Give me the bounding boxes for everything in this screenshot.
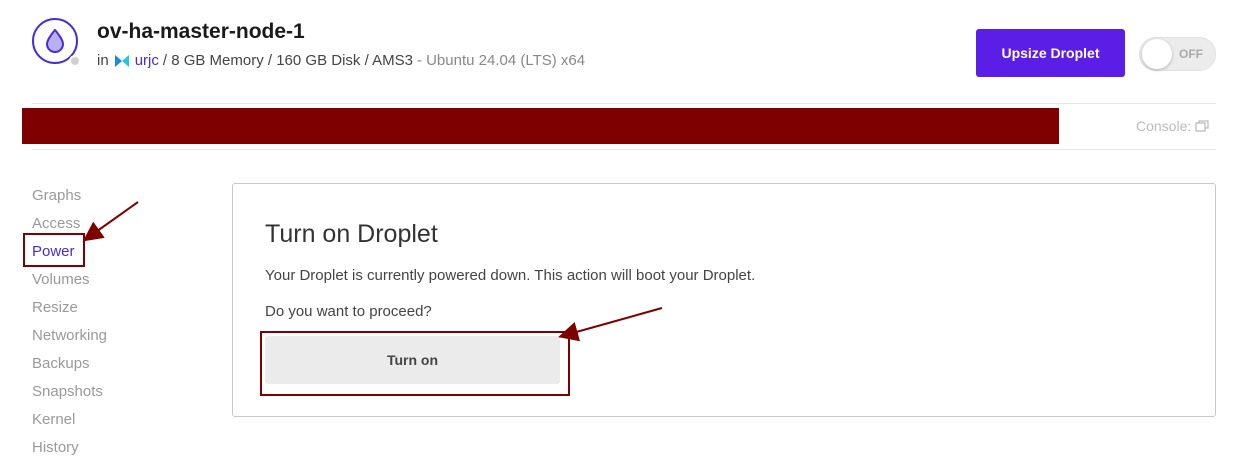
annotation-box-power [23,233,85,267]
sidebar-item-resize[interactable]: Resize [32,294,107,322]
project-icon [114,54,129,67]
status-dot [69,55,81,67]
sidebar-item-volumes[interactable]: Volumes [32,266,107,294]
in-label: in [97,52,109,69]
upsize-droplet-button[interactable]: Upsize Droplet [976,29,1125,77]
redacted-bar [22,108,1059,144]
power-toggle[interactable]: OFF [1139,37,1216,71]
sidebar-item-history[interactable]: History [32,434,107,462]
sidebar-item-graphs[interactable]: Graphs [32,182,107,210]
sidebar-item-kernel[interactable]: Kernel [32,406,107,434]
panel-title: Turn on Droplet [265,220,438,248]
panel-question: Do you want to proceed? [265,303,432,320]
os-text: - Ubuntu 24.04 (LTS) x64 [416,52,586,69]
sidebar-item-snapshots[interactable]: Snapshots [32,378,107,406]
droplet-meta: in urjc / 8 GB Memory / 160 GB Disk / AM… [97,52,585,69]
external-window-icon [1195,120,1209,132]
console-label: Console: [1136,118,1192,134]
droplet-name: ov-ha-master-node-1 [97,20,305,43]
sidebar-item-networking[interactable]: Networking [32,322,107,350]
sidebar-item-backups[interactable]: Backups [32,350,107,378]
toggle-label: OFF [1179,47,1203,61]
console-link[interactable]: Console: [1136,118,1209,134]
toggle-knob [1142,39,1172,69]
project-link[interactable]: urjc [135,52,159,69]
specs-text: / 8 GB Memory / 160 GB Disk / AMS3 [162,52,413,69]
divider [32,149,1216,150]
droplet-sidebar: Graphs Access Power Volumes Resize Netwo… [32,182,107,462]
panel-description: Your Droplet is currently powered down. … [265,267,756,284]
annotation-box-turn-on [260,331,570,396]
divider [32,103,1216,104]
